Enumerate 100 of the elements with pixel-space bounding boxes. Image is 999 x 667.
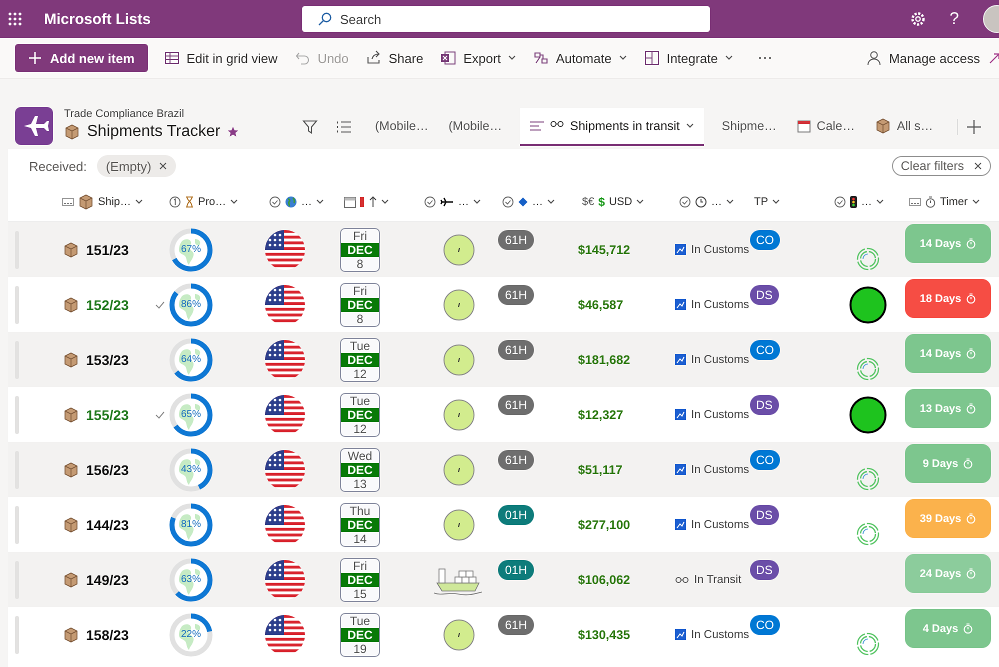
hours-badge: 01H xyxy=(498,560,534,580)
shipment-id[interactable]: 151/23 xyxy=(86,242,136,258)
link-icon xyxy=(675,576,689,584)
panels-icon xyxy=(644,50,660,66)
view-tab[interactable]: (Mobile… xyxy=(365,108,438,146)
filter-icon[interactable] xyxy=(302,119,318,135)
flag-icon xyxy=(265,504,305,544)
box-icon xyxy=(63,406,79,422)
filter-label: Received: xyxy=(29,158,87,174)
search-icon xyxy=(318,12,332,26)
view-tab[interactable]: (Mobile… xyxy=(438,108,512,146)
box-icon xyxy=(64,124,80,140)
column-header[interactable]: Pro… xyxy=(165,196,265,208)
chevron-down-icon xyxy=(726,199,734,205)
toolbar-button[interactable]: Edit in grid view xyxy=(156,44,286,72)
column-header[interactable]: $€ $ USD xyxy=(578,195,675,209)
shipment-id[interactable]: 144/23 xyxy=(86,516,136,532)
check-circle-icon xyxy=(424,196,436,208)
month: DEC xyxy=(341,572,379,586)
amount: $106,062 xyxy=(578,572,630,586)
toolbar-button[interactable]: Integrate xyxy=(636,44,741,72)
status-text: In Customs xyxy=(691,464,750,476)
view-tab[interactable]: Shipments in transit xyxy=(520,108,704,146)
undo-icon xyxy=(294,50,311,66)
app-title: Microsoft Lists xyxy=(44,10,152,28)
weekday: Tue xyxy=(348,338,372,352)
shipment-id[interactable]: 152/23 xyxy=(86,296,130,312)
view-tab[interactable]: Shipme… xyxy=(712,108,787,146)
weekday: Fri xyxy=(352,284,368,298)
search-field[interactable]: Search xyxy=(302,6,710,32)
column-header[interactable]: … xyxy=(830,196,905,208)
add-item-button[interactable]: Add new item xyxy=(15,44,148,72)
initials-badge: CO xyxy=(750,230,780,250)
box-icon xyxy=(874,118,891,134)
stopwatch-icon xyxy=(966,348,976,359)
flag-icon xyxy=(265,340,305,380)
progress-percent: 86% xyxy=(180,298,202,310)
day-number: 12 xyxy=(352,366,368,380)
initials-badge: CO xyxy=(750,340,780,360)
site-name[interactable]: Trade Compliance Brazil xyxy=(64,108,297,120)
shipment-id[interactable]: 155/23 xyxy=(86,406,130,422)
view-tab[interactable]: Cale… xyxy=(786,108,865,146)
month: DEC xyxy=(341,298,379,312)
toolbar-button[interactable]: Share xyxy=(358,44,432,72)
check-circle-icon xyxy=(834,196,846,208)
app-launcher-icon[interactable] xyxy=(8,12,22,26)
airplane-icon xyxy=(440,197,454,207)
timer-badge: 9 Days xyxy=(905,444,991,483)
initials-badge: CO xyxy=(750,450,780,470)
status-text: In Customs xyxy=(691,408,750,420)
initials-badge: DS xyxy=(750,505,779,525)
spreadsheet-icon xyxy=(440,50,456,66)
timer-badge: 4 Days xyxy=(905,609,991,648)
toolbar-button[interactable]: Automate xyxy=(524,44,635,72)
shipment-id[interactable]: 156/23 xyxy=(86,462,136,478)
chevron-down-icon xyxy=(724,55,733,61)
toolbar-button[interactable]: Export xyxy=(432,44,524,72)
progress-percent: 22% xyxy=(180,628,202,640)
help-button[interactable]: ? xyxy=(950,9,959,29)
clear-filters-button[interactable]: Clear filters xyxy=(892,156,991,176)
box-icon xyxy=(63,352,79,368)
close-icon xyxy=(974,162,982,170)
month: DEC xyxy=(341,352,379,366)
column-header[interactable]: Ship… xyxy=(58,194,165,210)
shipment-id[interactable]: 153/23 xyxy=(86,352,136,368)
amount: $145,712 xyxy=(578,242,630,256)
shipment-id[interactable]: 158/23 xyxy=(86,626,136,642)
amount: $130,435 xyxy=(578,628,630,642)
view-tab[interactable]: All s… xyxy=(864,108,944,146)
day-number: 8 xyxy=(356,312,364,326)
list-options-icon[interactable] xyxy=(336,119,352,135)
hours-badge: 61H xyxy=(498,450,534,470)
column-header[interactable]: Timer xyxy=(905,196,999,208)
day-number: 14 xyxy=(352,532,368,546)
flag-icon xyxy=(265,450,305,490)
filter-chip[interactable]: (Empty) xyxy=(96,155,176,177)
list-title: Shipments Tracker xyxy=(87,122,220,140)
stopwatch-icon xyxy=(966,403,976,414)
manage-access-button[interactable]: Manage access xyxy=(858,44,988,72)
box-icon xyxy=(63,572,79,588)
hourglass-icon xyxy=(185,196,194,208)
star-icon[interactable] xyxy=(227,126,240,138)
expand-icon[interactable] xyxy=(989,52,999,64)
column-header[interactable]: TP xyxy=(750,196,830,208)
day-number: 15 xyxy=(352,586,368,600)
box-icon xyxy=(63,516,79,532)
chevron-down-icon xyxy=(316,199,324,205)
column-header[interactable]: … xyxy=(498,196,578,208)
chevron-down-icon xyxy=(508,55,516,61)
shipment-id[interactable]: 149/23 xyxy=(86,572,136,588)
share-icon xyxy=(366,50,382,66)
column-header[interactable]: … xyxy=(675,196,750,208)
add-view-icon[interactable] xyxy=(957,119,982,135)
more-icon[interactable] xyxy=(758,56,772,60)
progress-percent: 64% xyxy=(180,354,202,364)
settings-icon[interactable] xyxy=(910,11,926,27)
column-header[interactable]: … xyxy=(420,196,498,208)
column-header[interactable]: … xyxy=(265,196,340,208)
weekday: Fri xyxy=(352,228,368,242)
weekday: Thu xyxy=(348,504,372,518)
